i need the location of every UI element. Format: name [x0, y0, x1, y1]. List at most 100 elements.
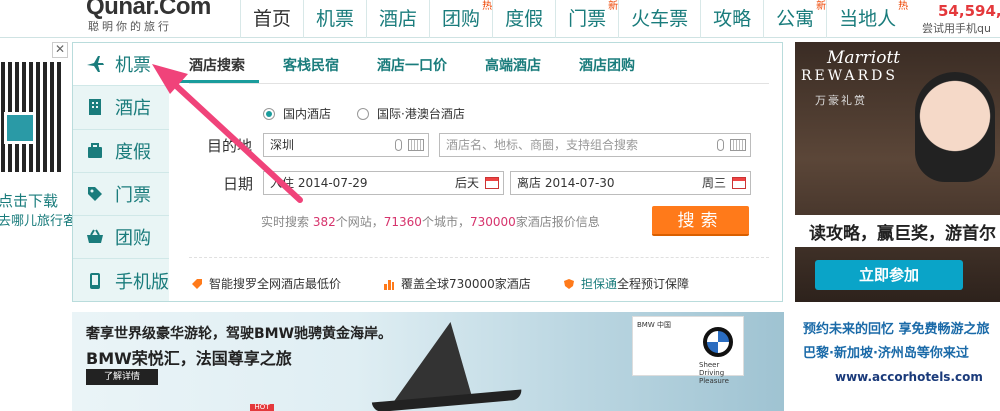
keyboard-icon[interactable] [730, 139, 746, 151]
ad-brand: Marriott [827, 48, 901, 68]
new-badge: 新 [608, 1, 619, 12]
suitcase-icon [88, 142, 102, 158]
marriott-ad[interactable]: Marriott REWARDS 万豪礼赏 读攻略，赢巨奖，游首尔 立即参加 [795, 42, 1000, 302]
search-stats: 实时搜索 382个网站，71360个城市，730000家酒店报价信息 [261, 215, 600, 229]
microphone-icon[interactable] [717, 139, 724, 151]
destination-value: 深圳 [270, 138, 295, 152]
stat-sites-count: 382 [312, 215, 336, 229]
accor-line1: 预约未来的回忆 享免费畅游之旅 [803, 322, 990, 337]
vtab-tickets[interactable]: 门票 [73, 173, 169, 217]
vtab-label: 手机版 [115, 272, 169, 294]
hot-badge: 热 [898, 1, 909, 12]
checkin-weekday: 后天 [454, 176, 479, 190]
nav-item-hotels[interactable]: 酒店 [366, 0, 429, 38]
building-icon [89, 99, 101, 116]
top-navigation-bar: Qunar.Com 聪明你的旅行 首页 机票 酒店 团购热 度假 门票新 火车票… [0, 0, 1000, 38]
search-button[interactable]: 搜索 [652, 206, 749, 236]
nav-item-locals[interactable]: 当地人热 [826, 0, 908, 38]
stat-cities-count: 71360 [383, 215, 422, 229]
radio-international[interactable]: 国际·港澳台酒店 [357, 105, 465, 122]
accor-line2: 巴黎·新加坡·济州岛等你来过 [803, 346, 969, 361]
nav-item-home[interactable]: 首页 [240, 0, 303, 38]
radio-label: 国内酒店 [283, 107, 332, 121]
guarantee-link[interactable]: 担保通 [581, 275, 617, 292]
ad-slogan: 读攻略，赢巨奖，游首尔 [809, 224, 996, 244]
microphone-icon[interactable] [395, 139, 402, 151]
ad-brand-cn: 万豪礼赏 [815, 94, 867, 107]
checkout-date-input[interactable]: 离店 2014-07-30 周三 [510, 171, 751, 195]
nav-item-train[interactable]: 火车票 [618, 0, 700, 38]
vtab-label: 酒店 [115, 98, 151, 120]
shield-icon [564, 278, 574, 289]
calendar-icon[interactable] [485, 177, 499, 189]
nav-item-tickets[interactable]: 门票新 [555, 0, 618, 38]
vtab-vacation[interactable]: 度假 [73, 130, 169, 173]
ad-model-image [915, 72, 995, 182]
date-label: 日期 [223, 175, 254, 193]
vtab-label: 机票 [115, 55, 151, 77]
bmw-logo-icon [703, 327, 733, 357]
hot-badge: 热 [482, 1, 493, 12]
banner-headline: 奢享世界级豪华游轮，驾驶BMW驰骋黄金海岸。 [86, 326, 393, 342]
new-badge: 新 [816, 1, 827, 12]
price-tag-icon [192, 278, 202, 289]
checkout-value: 离店 2014-07-30 [517, 176, 615, 190]
nav-item-flights[interactable]: 机票 [303, 0, 366, 38]
bmw-tagline: Sheer Driving Pleasure [699, 361, 729, 385]
vtab-label: 门票 [115, 185, 151, 207]
basket-icon [87, 229, 103, 244]
user-counter: 54,594,4 [938, 2, 1000, 20]
sailboat-image [393, 322, 491, 402]
tabs-divider [189, 83, 769, 84]
destination-input[interactable]: 深圳 [263, 133, 429, 157]
stat-hotels-count: 730000 [469, 215, 516, 229]
subtab-hotel-search[interactable]: 酒店搜索 [175, 53, 259, 83]
nav-item-vacation[interactable]: 度假 [492, 0, 555, 38]
nav-item-apartments[interactable]: 公寓新 [763, 0, 826, 38]
radio-dot[interactable] [357, 107, 369, 120]
subtab-inns[interactable]: 客栈民宿 [283, 53, 339, 83]
vtab-groupbuy[interactable]: 团购 [73, 216, 169, 260]
checkin-value: 入住 2014-07-29 [270, 176, 368, 190]
checkin-date-input[interactable]: 入住 2014-07-29 后天 [263, 171, 504, 195]
learn-more-button[interactable]: 了解详情 [86, 369, 158, 385]
radio-label: 国际·港澳台酒店 [377, 107, 465, 121]
bmw-card-label: BMW 中国 [637, 321, 671, 329]
radio-domestic[interactable]: 国内酒店 [263, 105, 331, 122]
bar-chart-icon [384, 279, 394, 290]
join-now-button[interactable]: 立即参加 [815, 260, 963, 290]
vtab-hotels[interactable]: 酒店 [73, 86, 169, 130]
destination-label: 目的地 [207, 137, 253, 155]
features-divider [189, 257, 769, 258]
hotel-search-panel: 酒店搜索 客栈民宿 酒店一口价 高端酒店 酒店团购 国内酒店 国际·港澳台酒店 … [169, 42, 783, 302]
vtab-flights[interactable]: 机票 [73, 43, 170, 87]
close-icon[interactable]: ✕ [52, 42, 68, 58]
keyword-search-input[interactable]: 酒店名、地标、商圈，支持组合搜索 [439, 133, 751, 157]
accor-ad[interactable]: 预约未来的回忆 享免费畅游之旅 巴黎·新加坡·济州岛等你来过 www.accor… [795, 310, 1000, 411]
accor-url[interactable]: www.accorhotels.com [835, 370, 983, 384]
checkout-weekday: 周三 [701, 176, 726, 190]
ad-brand-sub: REWARDS [801, 68, 898, 84]
counter-subtext[interactable]: 尝试用手机qu [922, 20, 991, 36]
banner-subheadline: BMW荣悦汇，法国尊享之旅 [86, 349, 292, 368]
subtab-hotel-groupbuy[interactable]: 酒店团购 [579, 53, 635, 83]
bmw-card: BMW 中国 Sheer Driving Pleasure [632, 316, 744, 385]
calendar-icon[interactable] [732, 177, 746, 189]
vtab-mobile[interactable]: 手机版 [73, 259, 169, 302]
nav-item-groupbuy[interactable]: 团购热 [429, 0, 492, 38]
subtab-luxury[interactable]: 高端酒店 [485, 53, 541, 83]
bmw-banner-ad[interactable]: 奢享世界级豪华游轮，驾驶BMW驰骋黄金海岸。 BMW荣悦汇，法国尊享之旅 了解详… [72, 312, 784, 411]
nav-item-guides[interactable]: 攻略 [700, 0, 763, 38]
radio-dot-selected[interactable] [263, 107, 275, 120]
subtab-fixed-price[interactable]: 酒店一口价 [377, 53, 447, 83]
airplane-icon [87, 56, 104, 73]
keyboard-icon[interactable] [408, 139, 424, 151]
vtab-label: 度假 [115, 141, 151, 163]
vtab-label: 团购 [115, 228, 151, 250]
hot-label: HOT [250, 404, 274, 411]
hotel-subtabs: 酒店搜索 客栈民宿 酒店一口价 高端酒店 酒店团购 [175, 53, 673, 83]
qr-logo-icon [4, 112, 36, 144]
download-link[interactable]: 点击下载 [0, 190, 58, 211]
phone-icon [90, 273, 100, 290]
keyword-placeholder: 酒店名、地标、商圈，支持组合搜索 [446, 138, 639, 152]
